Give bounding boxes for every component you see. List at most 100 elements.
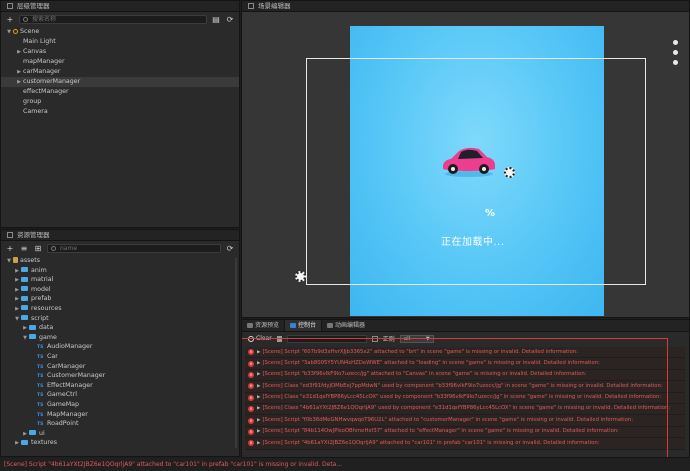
hierarchy-node-label: Scene: [20, 28, 40, 35]
asset-label: GameCtrl: [47, 391, 77, 399]
gizmo-dot-icon[interactable]: [672, 60, 678, 65]
database-icon: [13, 257, 18, 263]
assets-search-placeholder: name: [60, 244, 78, 252]
expand-arrow-icon[interactable]: ▶: [15, 47, 23, 57]
search-icon: [51, 245, 56, 251]
status-bar: [Scene] Script "4b61aYXt2JBZ6e1QOqrljA9"…: [0, 458, 690, 471]
hierarchy-title: 层级管理器: [17, 1, 50, 10]
asset-item[interactable]: ▶ textures: [1, 438, 239, 448]
asset-label: MapManager: [47, 410, 88, 418]
asset-label: resources: [31, 304, 62, 312]
asset-label: ui: [39, 429, 45, 437]
hierarchy-search-input[interactable]: 搜索名称: [19, 14, 207, 24]
hierarchy-node-label: Canvas: [23, 48, 47, 55]
hierarchy-node[interactable]: ▶ customerManager: [1, 77, 239, 87]
asset-item[interactable]: ▶ data: [1, 323, 239, 333]
asset-label: RoadPoint: [47, 420, 79, 428]
asset-item[interactable]: ▼ assets: [1, 256, 239, 266]
asset-item[interactable]: TS MapManager: [1, 410, 239, 420]
asset-item[interactable]: TS CustomerManager: [1, 371, 239, 381]
tab-animation-editor[interactable]: 动画编辑器: [322, 320, 370, 331]
hierarchy-tree: ▼ Scene Main Light ▶ Canvas mapManager ▶ carMan…: [1, 26, 239, 117]
animation-icon: [327, 323, 334, 328]
scene-gizmo-icon[interactable]: [504, 167, 515, 178]
assets-scrollbar[interactable]: [235, 258, 237, 448]
scene-title: 场景编辑器: [258, 1, 291, 10]
assets-toolbar: + ≡ ⊞ name ⟳: [1, 241, 239, 255]
asset-item[interactable]: ▶ anim: [1, 266, 239, 276]
asset-item[interactable]: ▶ resources: [1, 304, 239, 314]
assets-header: 资源管理器: [1, 230, 239, 241]
car-sprite[interactable]: [437, 143, 499, 179]
preview-icon: [247, 323, 253, 328]
hierarchy-node[interactable]: Camera: [1, 107, 239, 117]
gizmo-dot-icon[interactable]: [672, 40, 678, 45]
asset-item[interactable]: ▶ model: [1, 285, 239, 295]
asset-label: game: [39, 333, 57, 341]
view-gizmo[interactable]: [667, 35, 683, 87]
scene-tab-icon: [248, 3, 254, 9]
tab-console[interactable]: 控制台: [284, 320, 323, 331]
assets-search-input[interactable]: name: [47, 243, 221, 253]
asset-item[interactable]: TS RoadPoint: [1, 419, 239, 429]
loading-percent: %: [485, 208, 496, 219]
hierarchy-node-label: Camera: [23, 108, 48, 115]
hierarchy-node[interactable]: ▼ Scene: [1, 27, 239, 37]
add-node-button[interactable]: +: [5, 15, 15, 24]
hierarchy-toolbar: + 搜索名称 ▤ ⟳: [1, 12, 239, 26]
hierarchy-node-label: effectManager: [23, 88, 69, 95]
folder-icon: [29, 430, 36, 436]
tab-asset-preview[interactable]: 资源预览: [242, 320, 284, 331]
anchor-gizmo-icon[interactable]: [295, 271, 306, 282]
expand-arrow-icon[interactable]: ▶: [15, 67, 23, 77]
asset-label: CarManager: [47, 362, 86, 370]
asset-item[interactable]: TS Car: [1, 352, 239, 362]
hierarchy-search-placeholder: 搜索名称: [32, 15, 57, 23]
hierarchy-node[interactable]: effectManager: [1, 87, 239, 97]
console-icon: [290, 323, 297, 328]
asset-item[interactable]: ▼ game: [1, 333, 239, 343]
expand-arrow-icon[interactable]: ▶: [13, 439, 21, 449]
folder-icon: [21, 295, 28, 301]
hierarchy-node[interactable]: group: [1, 97, 239, 107]
folder-icon: [21, 315, 28, 321]
folder-icon: [21, 305, 28, 311]
collapse-all-button[interactable]: ▤: [211, 15, 221, 24]
hierarchy-node-label: carManager: [23, 68, 61, 75]
assets-tab-icon: [7, 232, 13, 238]
asset-item[interactable]: TS GameCtrl: [1, 390, 239, 400]
asset-item[interactable]: TS EffectManager: [1, 381, 239, 391]
asset-label: AudioManager: [47, 343, 93, 351]
asset-item[interactable]: TS GameMap: [1, 400, 239, 410]
tab-label: 资源预览: [255, 321, 280, 329]
asset-label: anim: [31, 266, 47, 274]
asset-item[interactable]: TS AudioManager: [1, 342, 239, 352]
assets-title: 资源管理器: [17, 230, 50, 239]
sort-button[interactable]: ≡: [19, 244, 29, 253]
assets-refresh-button[interactable]: ⟳: [225, 244, 235, 253]
folder-icon: [21, 267, 28, 273]
scene-editor-panel: 场景编辑器 % 正在加载中...: [241, 0, 690, 318]
expand-arrow-icon[interactable]: ▶: [15, 77, 23, 87]
refresh-button[interactable]: ⟳: [225, 15, 235, 24]
hierarchy-node[interactable]: ▶ carManager: [1, 67, 239, 77]
hierarchy-node-label: mapManager: [23, 58, 65, 65]
hierarchy-node[interactable]: ▶ Canvas: [1, 47, 239, 57]
hierarchy-node[interactable]: Main Light: [1, 37, 239, 47]
asset-label: script: [31, 314, 49, 322]
asset-item[interactable]: ▶ matrial: [1, 275, 239, 285]
asset-item[interactable]: ▼ script: [1, 314, 239, 324]
asset-label: EffectManager: [47, 381, 93, 389]
hierarchy-node[interactable]: mapManager: [1, 57, 239, 67]
asset-item[interactable]: ▶ ui: [1, 429, 239, 439]
create-asset-button[interactable]: +: [5, 244, 15, 253]
asset-item[interactable]: ▶ prefab: [1, 294, 239, 304]
gizmo-dot-icon[interactable]: [672, 50, 678, 55]
asset-item[interactable]: TS CarManager: [1, 362, 239, 372]
hierarchy-header: 层级管理器: [1, 1, 239, 12]
scene-icon: [13, 28, 18, 34]
hierarchy-node-label: Main Light: [23, 38, 56, 45]
tab-label: 动画编辑器: [335, 321, 366, 329]
expand-arrow-icon[interactable]: ▼: [5, 27, 13, 37]
view-toggle-button[interactable]: ⊞: [33, 244, 43, 253]
